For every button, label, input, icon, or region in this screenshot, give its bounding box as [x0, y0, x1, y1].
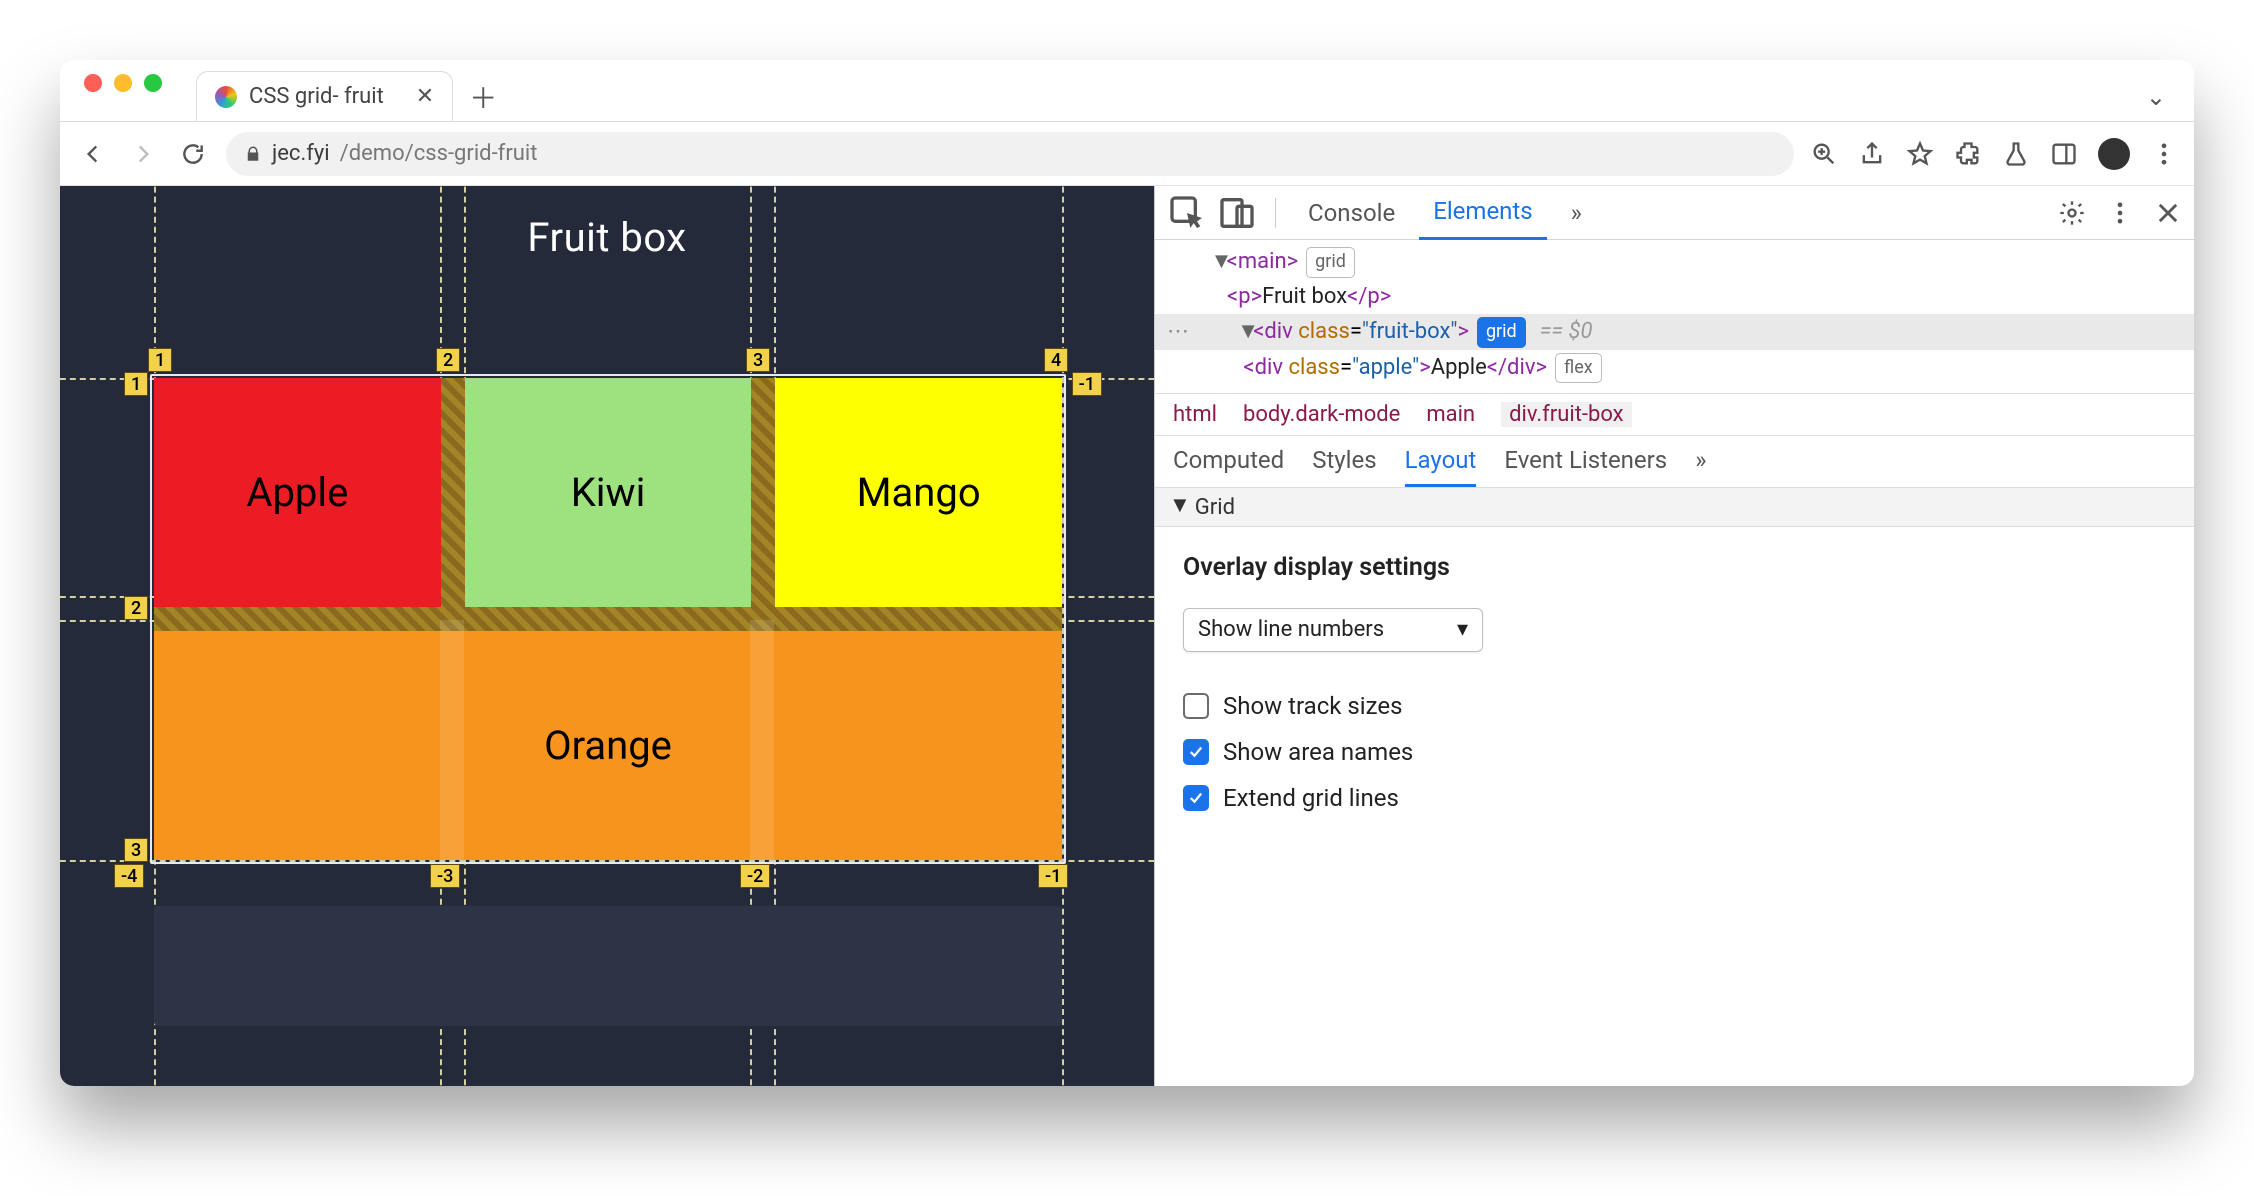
close-window-button[interactable] — [84, 74, 102, 92]
line-number: 1 — [148, 348, 172, 372]
favicon-icon — [215, 86, 237, 108]
tab-strip: CSS grid- fruit ✕ ＋ — [196, 71, 503, 121]
line-number: 2 — [124, 596, 148, 620]
device-toggle-icon[interactable] — [1217, 193, 1257, 233]
line-number: 3 — [124, 838, 148, 862]
subtab-layout[interactable]: Layout — [1405, 446, 1477, 487]
subtab-computed[interactable]: Computed — [1173, 446, 1284, 487]
tabs-dropdown-button[interactable]: ⌄ — [2146, 83, 2180, 121]
kebab-menu-icon[interactable] — [2106, 199, 2134, 227]
labs-icon[interactable] — [2002, 140, 2030, 168]
styles-subtabs: Computed Styles Layout Event Listeners » — [1155, 436, 2194, 488]
inspect-icon[interactable] — [1167, 193, 1207, 233]
side-panel-icon[interactable] — [2050, 140, 2078, 168]
subtab-styles[interactable]: Styles — [1312, 446, 1376, 487]
back-button[interactable] — [76, 137, 110, 171]
tabs-overflow-icon[interactable]: » — [1557, 187, 1596, 239]
omnibox[interactable]: jec.fyi/demo/css-grid-fruit — [226, 132, 1794, 176]
layout-panel: Overlay display settings Show line numbe… — [1155, 527, 2194, 856]
option-area-names[interactable]: Show area names — [1183, 738, 2166, 766]
fruit-grid: Apple Kiwi Mango Orange 1 2 3 4 1 2 3 — [154, 378, 1062, 860]
subtab-event-listeners[interactable]: Event Listeners — [1504, 446, 1667, 487]
dom-selected-node[interactable]: ▼<div class="fruit-box">grid== $0 — [1155, 314, 2194, 349]
cell-orange: Orange — [154, 631, 1062, 860]
browser-window: CSS grid- fruit ✕ ＋ ⌄ jec.fyi/demo/css-g… — [60, 60, 2194, 1086]
line-number: 1 — [124, 372, 148, 396]
forward-button[interactable] — [126, 137, 160, 171]
lock-icon — [244, 145, 262, 163]
close-devtools-icon[interactable] — [2154, 199, 2182, 227]
cell-mango: Mango — [775, 378, 1062, 607]
menu-icon[interactable] — [2150, 140, 2178, 168]
tab-elements[interactable]: Elements — [1419, 186, 1546, 240]
grid-section-header[interactable]: ▼Grid — [1155, 488, 2194, 527]
minimize-window-button[interactable] — [114, 74, 132, 92]
crumb[interactable]: body.dark-mode — [1243, 402, 1400, 427]
profile-avatar[interactable] — [2098, 138, 2130, 170]
line-number: 3 — [746, 348, 770, 372]
crumb[interactable]: html — [1173, 402, 1217, 427]
url-path: /demo/css-grid-fruit — [340, 141, 538, 166]
overlay-settings-heading: Overlay display settings — [1183, 553, 2166, 582]
share-icon[interactable] — [1858, 140, 1886, 168]
checkbox[interactable] — [1183, 693, 1209, 719]
tab-console[interactable]: Console — [1294, 187, 1409, 239]
subtabs-overflow-icon[interactable]: » — [1695, 446, 1706, 487]
browser-tab[interactable]: CSS grid- fruit ✕ — [196, 71, 453, 121]
line-number: 4 — [1044, 348, 1068, 372]
line-number: 2 — [436, 348, 460, 372]
dom-tree[interactable]: ▼<main>grid <p>Fruit box</p> ▼<div class… — [1155, 240, 2194, 393]
chevron-down-icon: ▾ — [1457, 617, 1468, 642]
page-heading: Fruit box — [60, 186, 1154, 301]
checkbox-checked[interactable] — [1183, 739, 1209, 765]
checkbox-checked[interactable] — [1183, 785, 1209, 811]
cell-kiwi: Kiwi — [465, 378, 752, 607]
page-secondary-box — [154, 906, 1062, 1026]
gear-icon[interactable] — [2058, 199, 2086, 227]
line-number: -2 — [740, 864, 770, 888]
url-host: jec.fyi — [272, 141, 330, 166]
close-tab-button[interactable]: ✕ — [416, 84, 434, 109]
crumb[interactable]: main — [1426, 402, 1475, 427]
line-number: -3 — [430, 864, 460, 888]
zoom-icon[interactable] — [1810, 140, 1838, 168]
window-controls — [74, 60, 162, 121]
line-number: -4 — [114, 864, 144, 888]
line-number: -1 — [1072, 372, 1102, 396]
reload-button[interactable] — [176, 137, 210, 171]
devtools-panel: Console Elements » ▼<main>grid <p>Fruit … — [1154, 186, 2194, 1086]
tab-title: CSS grid- fruit — [249, 84, 384, 109]
extensions-icon[interactable] — [1954, 140, 1982, 168]
breadcrumb[interactable]: html body.dark-mode main div.fruit-box — [1155, 393, 2194, 436]
star-icon[interactable] — [1906, 140, 1934, 168]
line-number: -1 — [1038, 864, 1068, 888]
option-extend-lines[interactable]: Extend grid lines — [1183, 784, 2166, 812]
titlebar: CSS grid- fruit ✕ ＋ ⌄ — [60, 60, 2194, 122]
new-tab-button[interactable]: ＋ — [463, 77, 503, 117]
page-viewport: Fruit box Apple Kiwi Mango — [60, 186, 1154, 1086]
maximize-window-button[interactable] — [144, 74, 162, 92]
crumb-active[interactable]: div.fruit-box — [1501, 402, 1632, 427]
option-track-sizes[interactable]: Show track sizes — [1183, 692, 2166, 720]
cell-apple: Apple — [154, 378, 441, 607]
toolbar-icons — [1810, 138, 2178, 170]
line-labels-select[interactable]: Show line numbers ▾ — [1183, 608, 1483, 652]
address-bar: jec.fyi/demo/css-grid-fruit — [60, 122, 2194, 186]
devtools-toolbar: Console Elements » — [1155, 186, 2194, 240]
